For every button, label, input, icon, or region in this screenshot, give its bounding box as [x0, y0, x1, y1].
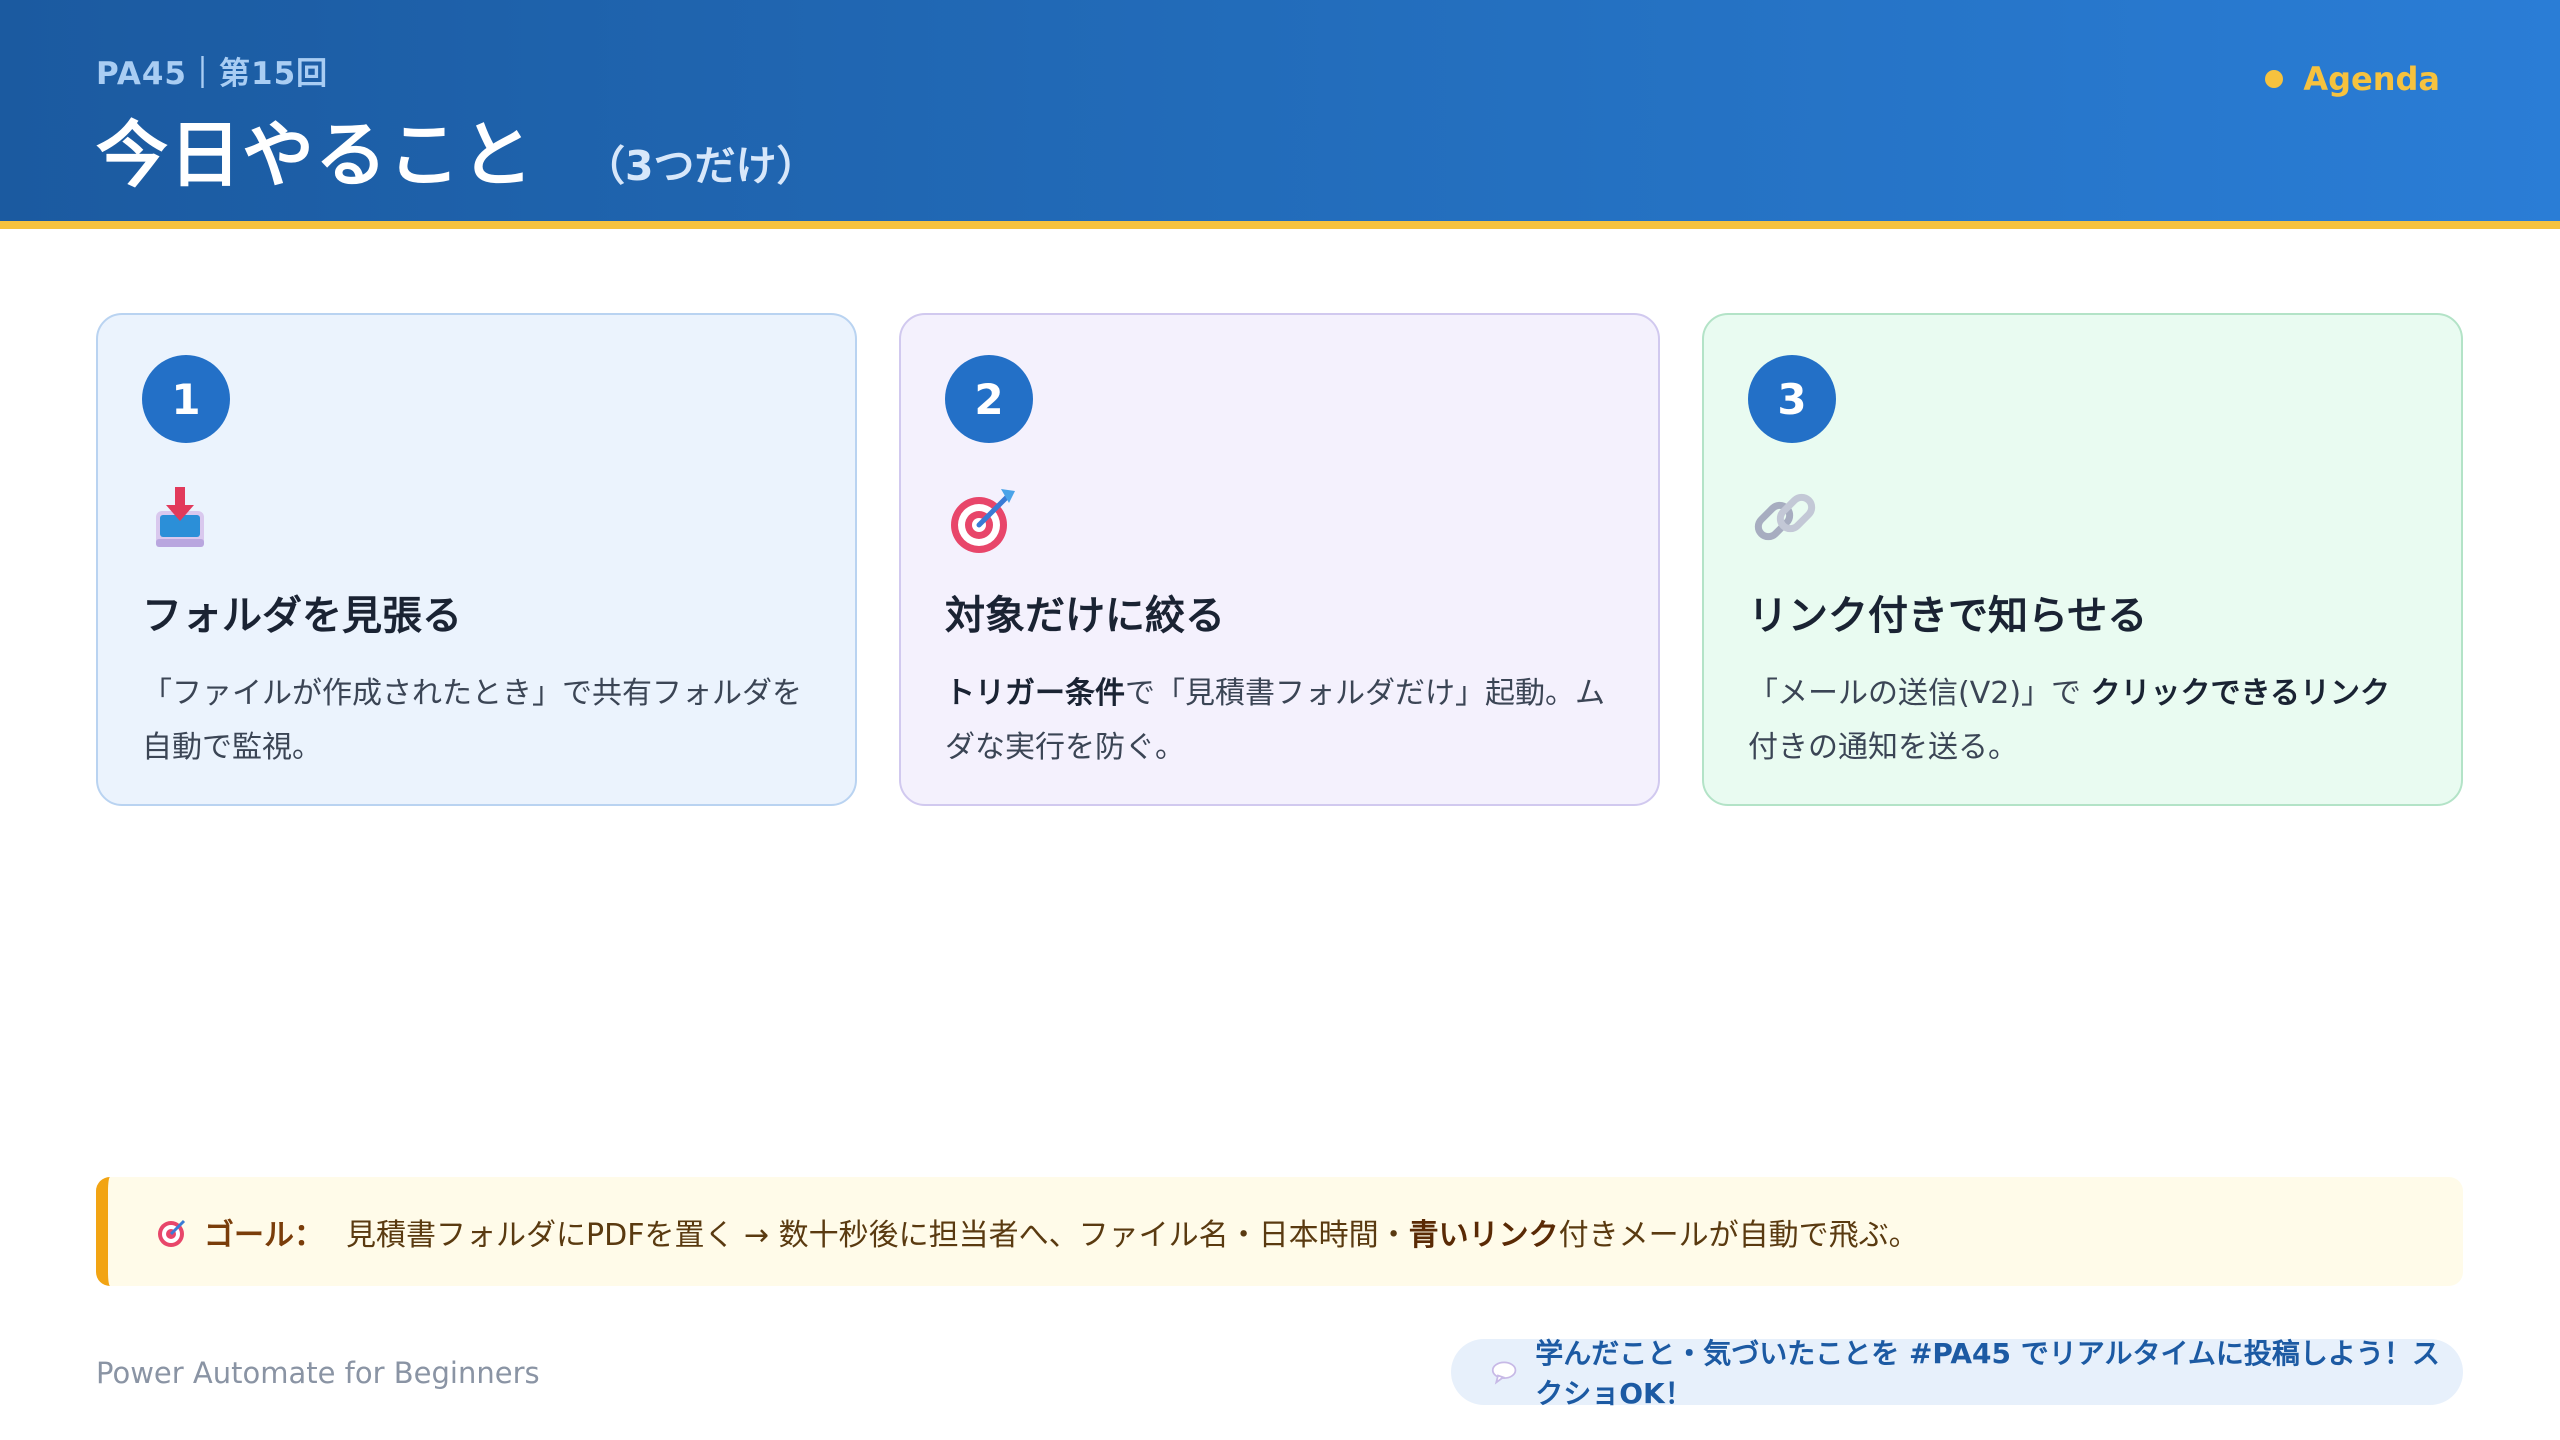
- agenda-label: Agenda: [2303, 60, 2440, 98]
- description-emphasis: トリガー条件: [945, 676, 1125, 711]
- step-card-2: 2 対象だけに絞る トリガー条件で「見積書フォルダだけ」起動。ムダな実行を防ぐ。: [899, 313, 1660, 806]
- slide: PA45｜第15回 今日やること （3つだけ） Agenda 1 フォルダを見張…: [0, 0, 2560, 1440]
- speech-bubble-icon: [1491, 1361, 1517, 1385]
- step-card-3: 3 リンク付きで知らせる 「メールの送信(V2)」で クリックできるリンク付きの…: [1702, 313, 2463, 806]
- goal-banner: ゴール： 見積書フォルダにPDFを置く → 数十秒後に担当者へ、ファイル名・日本…: [96, 1177, 2463, 1286]
- description-text: 「メールの送信(V2)」で: [1748, 676, 2091, 711]
- target-icon: [158, 1219, 186, 1247]
- goal-label: ゴール：: [204, 1217, 324, 1253]
- page-title: 今日やること: [96, 113, 535, 197]
- agenda-tag: Agenda: [2265, 60, 2440, 98]
- step-number-badge: 3: [1748, 355, 1836, 443]
- step-title: 対象だけに絞る: [945, 593, 1225, 639]
- target-icon: [951, 489, 1015, 553]
- description-emphasis: クリックできるリンク: [2090, 676, 2390, 711]
- step-description: 「メールの送信(V2)」で クリックできるリンク付きの通知を送る。: [1748, 667, 2417, 775]
- goal-emphasis: 青いリンク: [1408, 1217, 1559, 1253]
- footer-course-name: Power Automate for Beginners: [96, 1356, 540, 1390]
- step-title: フォルダを見張る: [142, 593, 462, 639]
- step-number-badge: 1: [142, 355, 230, 443]
- page-subtitle: （3つだけ）: [584, 142, 818, 190]
- step-description: 「ファイルが作成されたとき」で共有フォルダを自動で監視。: [142, 676, 802, 765]
- link-icon: [1754, 493, 1816, 541]
- session-label: PA45｜第15回: [96, 56, 329, 92]
- step-title: リンク付きで知らせる: [1748, 593, 2148, 639]
- hashtag-pill: 学んだこと・気づいたことを #PA45 でリアルタイムに投稿しよう！スクショOK…: [1451, 1337, 2463, 1410]
- title-group: 今日やること （3つだけ）: [96, 96, 818, 201]
- goal-text-end: 付きメールが自動で飛ぶ。: [1558, 1217, 1919, 1253]
- step-description: トリガー条件で「見積書フォルダだけ」起動。ムダな実行を防ぐ。: [945, 667, 1614, 775]
- hashtag-text: 学んだこと・気づいたことを #PA45 でリアルタイムに投稿しよう！スクショOK…: [1535, 1337, 2440, 1410]
- goal-text: 見積書フォルダにPDFを置く → 数十秒後に担当者へ、ファイル名・日本時間・: [346, 1217, 1409, 1253]
- description-text: 付きの通知を送る。: [1748, 730, 2018, 765]
- step-number-badge: 2: [945, 355, 1033, 443]
- step-card-1: 1 フォルダを見張る 「ファイルが作成されたとき」で共有フォルダを自動で監視。: [96, 313, 857, 806]
- header-banner: PA45｜第15回 今日やること （3つだけ） Agenda: [0, 0, 2560, 229]
- inbox-tray-icon: [156, 487, 204, 547]
- dot-icon: [2265, 70, 2284, 88]
